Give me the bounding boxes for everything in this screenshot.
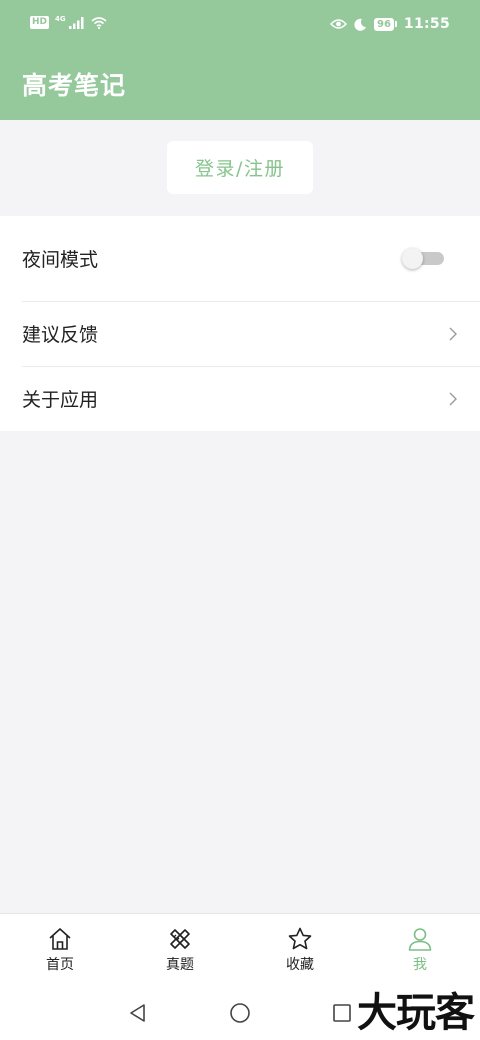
home-circle-icon[interactable] (229, 1002, 251, 1024)
status-bar: HD 4G 96 11:55 (0, 0, 480, 52)
user-icon (408, 928, 432, 951)
about-row[interactable]: 关于应用 (0, 366, 480, 431)
chevron-right-icon (449, 327, 457, 340)
system-nav-bar: 大玩客 (0, 985, 480, 1040)
app-header: 高考笔记 (0, 52, 480, 120)
nav-exams-label: 真题 (166, 957, 194, 973)
eye-icon (330, 19, 347, 29)
wifi-icon (91, 16, 107, 29)
nav-favorites-label: 收藏 (286, 957, 314, 973)
night-mode-label: 夜间模式 (22, 249, 99, 271)
moon-icon (354, 18, 366, 31)
chevron-right-icon (449, 392, 457, 405)
nav-exams[interactable]: 真题 (120, 914, 240, 986)
login-register-button[interactable]: 登录/注册 (167, 141, 313, 194)
night-mode-toggle[interactable] (402, 248, 444, 269)
bottom-nav: 首页 真题 收藏 我 (0, 913, 480, 986)
battery-level: 96 (374, 17, 394, 31)
nav-me-label: 我 (413, 957, 427, 973)
nav-favorites[interactable]: 收藏 (240, 914, 360, 986)
hd-badge: HD (30, 16, 50, 29)
recents-icon[interactable] (331, 1002, 353, 1024)
nav-home-label: 首页 (46, 957, 74, 973)
feedback-label: 建议反馈 (22, 324, 99, 346)
clock: 11:55 (403, 16, 450, 32)
home-icon (49, 928, 71, 950)
page-title: 高考笔记 (22, 71, 127, 100)
status-left: HD 4G (30, 15, 107, 29)
network-type-label: 4G (55, 15, 66, 23)
feedback-row[interactable]: 建议反馈 (0, 301, 480, 366)
back-icon[interactable] (127, 1002, 149, 1024)
settings-list: 夜间模式 建议反馈 关于应用 (0, 216, 480, 431)
signal-icon (68, 16, 84, 29)
night-mode-row: 夜间模式 (0, 216, 480, 301)
battery-icon: 96 (374, 17, 397, 31)
watermark: 大玩客 (357, 990, 475, 1036)
nav-me[interactable]: 我 (360, 914, 480, 986)
about-label: 关于应用 (22, 389, 99, 411)
star-icon (288, 927, 312, 950)
nav-home[interactable]: 首页 (0, 914, 120, 986)
pencil-ruler-icon (170, 929, 190, 949)
status-right: 96 11:55 (330, 16, 450, 32)
